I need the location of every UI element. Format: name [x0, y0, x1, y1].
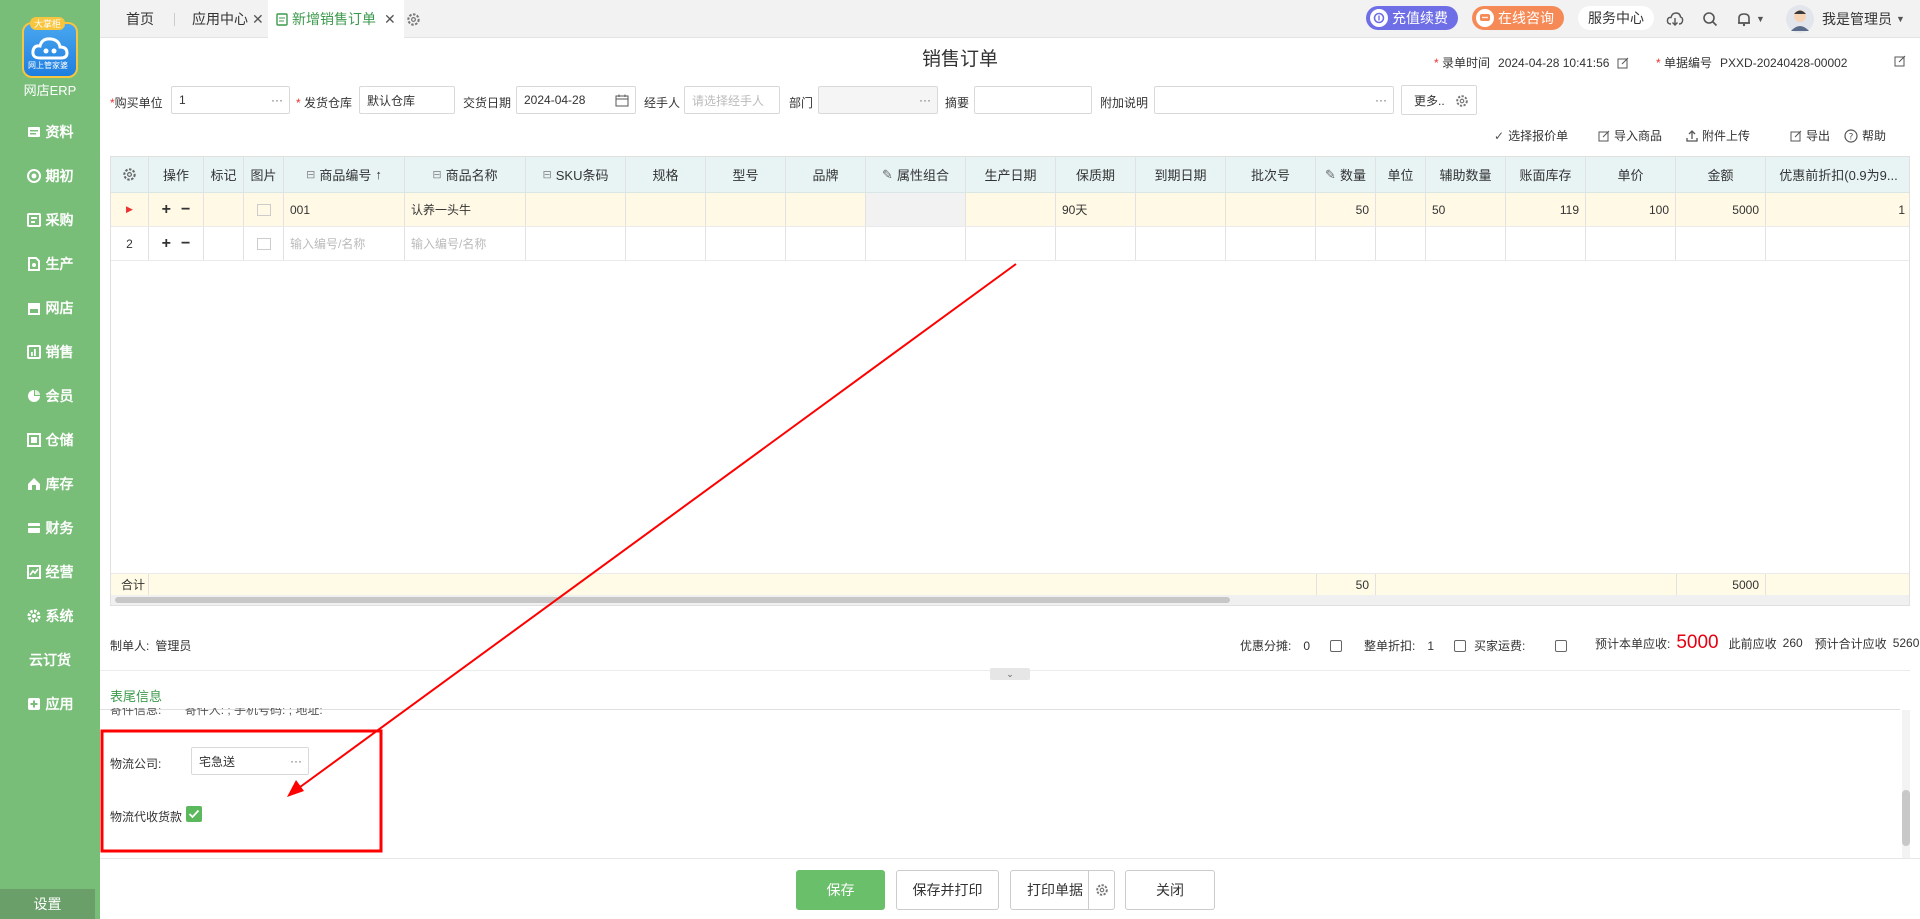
- print-settings[interactable]: [1088, 871, 1114, 909]
- save-button[interactable]: 保存: [796, 870, 885, 910]
- print-button[interactable]: 打印单据: [1010, 870, 1115, 910]
- annotation-box: [100, 729, 383, 853]
- annotation-overlay: [100, 263, 1017, 853]
- annotation-arrowhead: [287, 780, 304, 797]
- print-label: 打印单据: [1027, 882, 1083, 898]
- annotation-arrow: [295, 263, 1017, 791]
- save-print-button[interactable]: 保存并打印: [896, 870, 999, 910]
- gear-icon: [1095, 884, 1108, 896]
- bottom-divider: [100, 858, 1920, 859]
- close-button[interactable]: 关闭: [1125, 870, 1215, 910]
